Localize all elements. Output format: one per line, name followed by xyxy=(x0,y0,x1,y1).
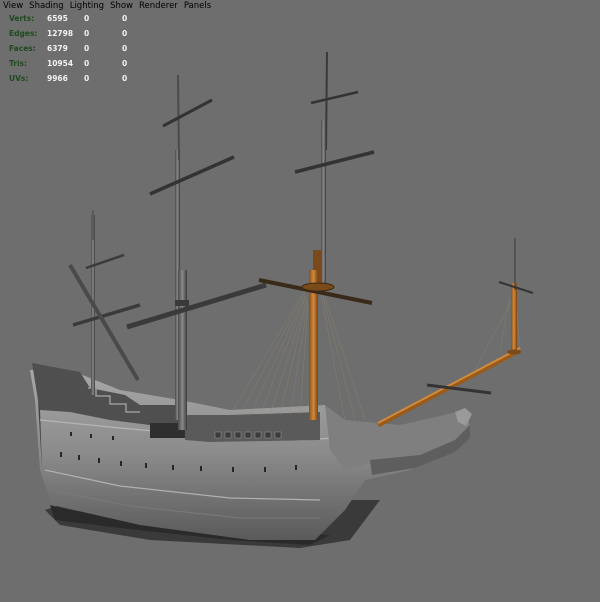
hud-total: 6595 xyxy=(47,14,68,23)
bowsprit xyxy=(376,238,534,428)
hud-selected: 0 xyxy=(84,14,90,23)
hud-total: 6379 xyxy=(47,44,68,53)
menu-show[interactable]: Show xyxy=(107,0,136,13)
menu-renderer[interactable]: Renderer xyxy=(136,0,181,13)
panel-menu-bar: View Shading Lighting Show Renderer Pane… xyxy=(0,0,600,13)
hud-selected: 0 xyxy=(84,29,90,38)
hud-selected: 0 xyxy=(84,59,90,68)
maya-viewport[interactable]: View Shading Lighting Show Renderer Pane… xyxy=(0,0,600,602)
main-mast xyxy=(126,74,267,430)
hud-label: Verts: xyxy=(9,14,35,23)
hull-body xyxy=(30,363,472,540)
hud-selected: 0 xyxy=(84,74,90,83)
hud-components: 0 xyxy=(122,59,128,68)
hud-label: UVs: xyxy=(9,74,29,83)
ship-model[interactable] xyxy=(0,0,600,602)
hud-total: 10954 xyxy=(47,59,74,68)
menu-view[interactable]: View xyxy=(0,0,26,13)
hud-label: Tris: xyxy=(9,59,28,68)
hud-total: 12798 xyxy=(47,29,74,38)
hud-components: 0 xyxy=(122,74,128,83)
hud-components: 0 xyxy=(122,44,128,53)
hud-components: 0 xyxy=(122,29,128,38)
menu-shading[interactable]: Shading xyxy=(26,0,67,13)
hud-label: Edges: xyxy=(9,29,38,38)
hud-label: Faces: xyxy=(9,44,36,53)
menu-lighting[interactable]: Lighting xyxy=(67,0,107,13)
hud-components: 0 xyxy=(122,14,128,23)
menu-panels[interactable]: Panels xyxy=(181,0,214,13)
hud-selected: 0 xyxy=(84,44,90,53)
mizzen-mast xyxy=(68,210,141,395)
rigging xyxy=(229,289,521,421)
hud-total: 9966 xyxy=(47,74,68,83)
fore-mast xyxy=(258,51,375,420)
